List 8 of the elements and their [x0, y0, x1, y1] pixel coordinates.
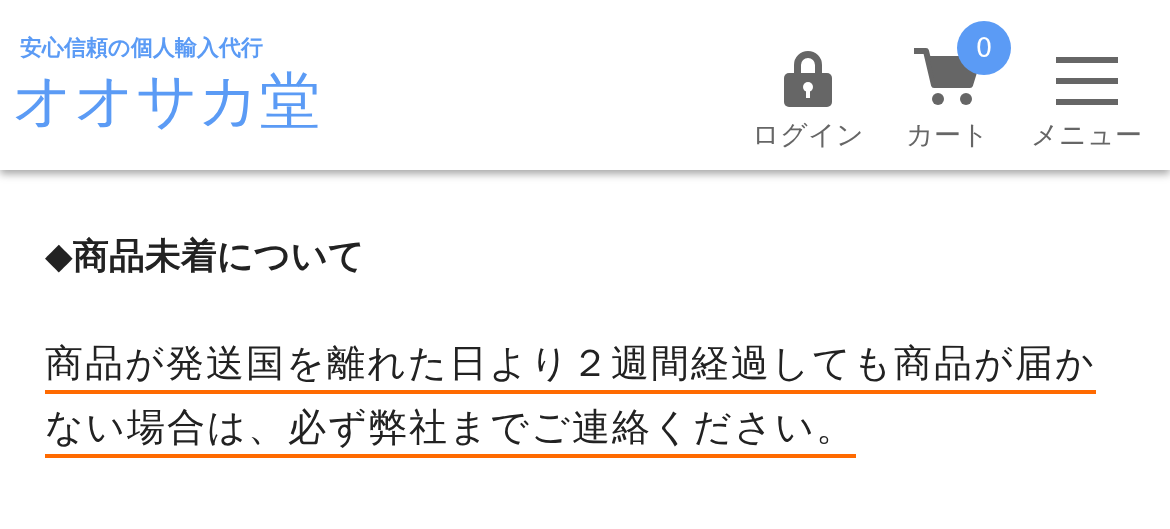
tagline: 安心信頼の個人輸入代行	[20, 33, 264, 62]
nav-label[interactable]: カート	[906, 117, 989, 153]
nav-label[interactable]: ログイン	[752, 117, 864, 153]
nav-label[interactable]: メニュー	[1031, 117, 1142, 153]
cart-count-badge: 0	[957, 21, 1011, 75]
notice-paragraph: 商品が発送国を離れた日より２週間経過しても商品が届かない場合は、必ず弊社までご連絡ください。	[45, 340, 1097, 451]
section-heading: ◆商品未着について	[45, 234, 366, 278]
menu-icon	[1055, 55, 1118, 107]
